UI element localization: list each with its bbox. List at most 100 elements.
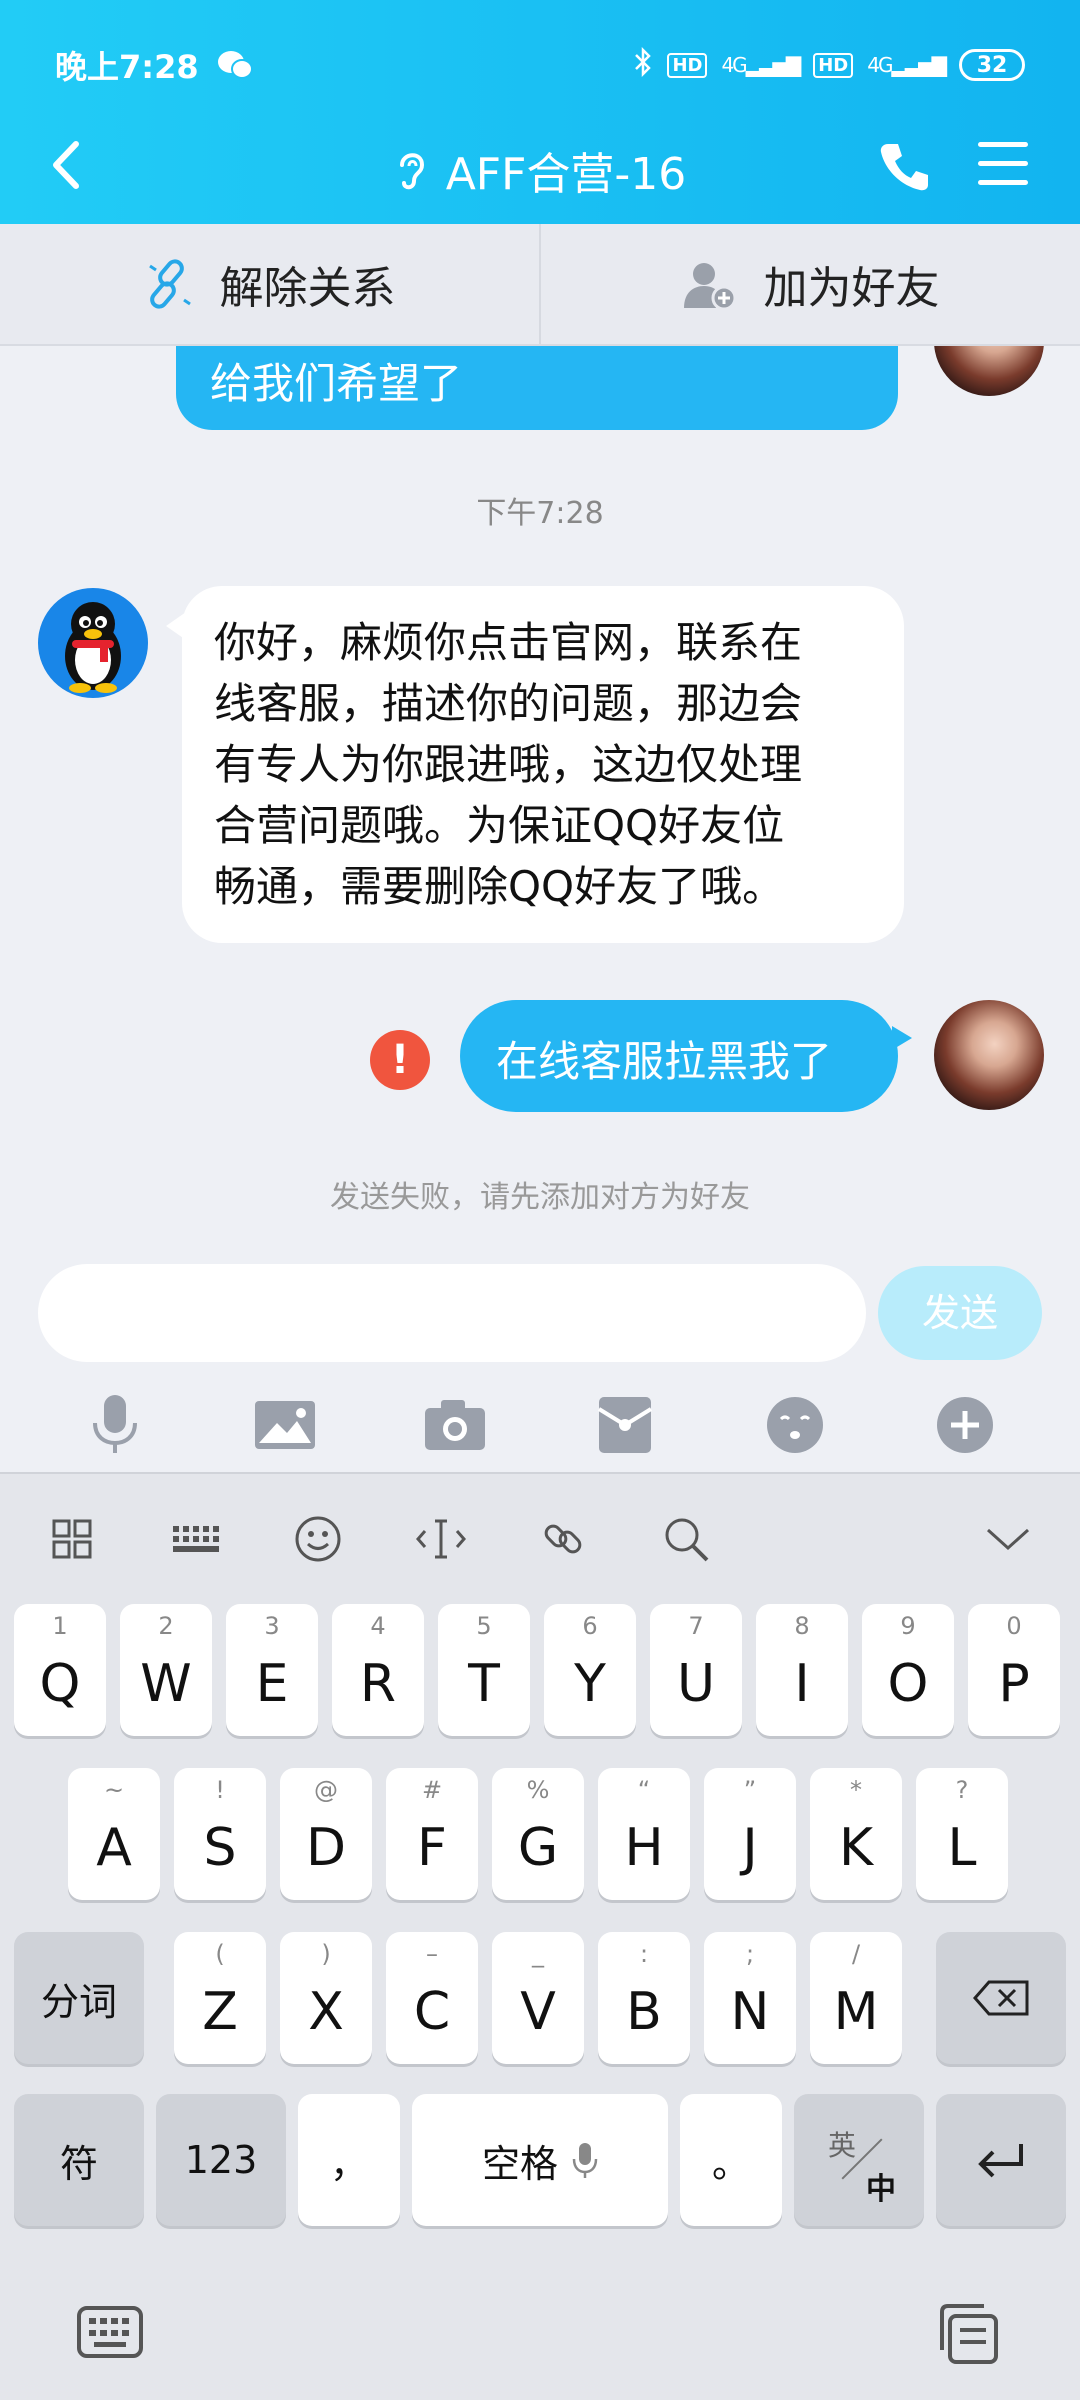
plus-icon[interactable]: [933, 1393, 997, 1457]
key-e[interactable]: 3E: [226, 1604, 318, 1736]
message-line: 合营问题哦。为保证QQ好友位: [214, 801, 785, 850]
symbol-key[interactable]: 符: [14, 2094, 144, 2226]
key-secondary-label: 7: [688, 1612, 704, 1640]
signal-icon: 4G▂▃▅▇: [721, 53, 801, 77]
menu-icon[interactable]: [978, 142, 1028, 188]
image-icon[interactable]: [253, 1393, 317, 1457]
unlink-icon: [148, 259, 191, 309]
key-label: I: [794, 1654, 810, 1714]
camera-icon[interactable]: [423, 1393, 487, 1457]
message-input[interactable]: [38, 1264, 866, 1362]
backspace-key[interactable]: [936, 1932, 1066, 2064]
key-h[interactable]: “H: [598, 1768, 690, 1900]
key-l[interactable]: ? L: [916, 1768, 1008, 1900]
status-time: 晚上7:28: [55, 48, 199, 86]
message-text: 在线客服拉黑我了: [496, 1037, 833, 1086]
space-key[interactable]: 空格: [412, 2094, 668, 2226]
language-switch-key[interactable]: 英 中: [794, 2094, 924, 2226]
network-label: 4G: [721, 53, 747, 77]
chevron-down-icon[interactable]: [976, 1507, 1040, 1571]
message-bubble-received[interactable]: 你好，麻烦你点击官网，联系在 线客服，描述你的问题，那边会 有专人为你跟进哦，这…: [182, 586, 904, 943]
unlink-button[interactable]: 解除关系: [0, 224, 539, 344]
comma-key[interactable]: ，: [298, 2094, 400, 2226]
key-s[interactable]: ! S: [174, 1768, 266, 1900]
key-d[interactable]: @ D: [280, 1768, 372, 1900]
key-v[interactable]: _ V: [492, 1932, 584, 2064]
smiley-icon[interactable]: [286, 1507, 350, 1571]
link-icon[interactable]: [531, 1507, 595, 1571]
key-label: P: [998, 1654, 1030, 1714]
send-button[interactable]: 发送: [878, 1266, 1042, 1360]
key-secondary-label: 6: [582, 1612, 598, 1640]
key-secondary-label: 0: [1006, 1612, 1022, 1640]
avatar[interactable]: [934, 1000, 1044, 1110]
clipboard-icon[interactable]: [934, 2302, 1000, 2370]
keyboard-layout-icon[interactable]: [163, 1507, 227, 1571]
hd-badge: HD: [667, 52, 708, 78]
avatar[interactable]: [38, 588, 148, 698]
grid-icon[interactable]: [40, 1507, 104, 1571]
signal-icon: 4G▂▃▅▇: [867, 53, 947, 77]
comma-key-label: ，: [329, 2141, 368, 2186]
backspace-icon: [973, 1980, 1029, 2016]
chat-area[interactable]: 给我们希望了 下午7:28 你好，麻烦你点击官网，联系在 线客服，描述你的问题，…: [0, 346, 1080, 1246]
period-key[interactable]: 。: [680, 2094, 782, 2226]
key-m[interactable]: / M: [810, 1932, 902, 2064]
key-x[interactable]: ) X: [280, 1932, 372, 2064]
microphone-icon[interactable]: [83, 1393, 147, 1457]
search-icon[interactable]: [654, 1507, 718, 1571]
segment-key[interactable]: 分词: [14, 1932, 144, 2064]
key-q[interactable]: 1Q: [14, 1604, 106, 1736]
keyboard-bottom-bar: [0, 2302, 1080, 2400]
key-label: V: [520, 1982, 556, 2042]
key-label: U: [676, 1654, 716, 1714]
key-y[interactable]: 6Y: [544, 1604, 636, 1736]
add-friend-button[interactable]: 加为好友: [539, 224, 1080, 344]
key-j[interactable]: ” J: [704, 1768, 796, 1900]
key-a[interactable]: ~ A: [68, 1768, 160, 1900]
key-label: E: [255, 1654, 289, 1714]
key-r[interactable]: 4R: [332, 1604, 424, 1736]
red-packet-icon[interactable]: [593, 1393, 657, 1457]
key-n[interactable]: ; N: [704, 1932, 796, 2064]
emoji-icon[interactable]: [763, 1393, 827, 1457]
message-bubble-sent[interactable]: 给我们希望了: [176, 346, 898, 430]
message-bubble-sent[interactable]: 在线客服拉黑我了: [460, 1000, 898, 1112]
bubble-tail: [892, 1026, 912, 1050]
key-f[interactable]: # F: [386, 1768, 478, 1900]
key-label: Y: [574, 1654, 606, 1714]
key-b[interactable]: :B: [598, 1932, 690, 2064]
key-z[interactable]: (Z: [174, 1932, 266, 2064]
key-secondary-label: /: [851, 1940, 861, 1968]
key-k[interactable]: * K: [810, 1768, 902, 1900]
key-secondary-label: _: [532, 1940, 544, 1968]
key-w[interactable]: 2W: [120, 1604, 212, 1736]
keyboard-hide-icon[interactable]: [76, 2302, 144, 2366]
key-label: L: [947, 1818, 977, 1878]
key-label: R: [359, 1654, 397, 1714]
key-secondary-label: 1: [52, 1612, 68, 1640]
number-key[interactable]: 123: [156, 2094, 286, 2226]
key-label: Z: [202, 1982, 238, 2042]
key-o[interactable]: 9O: [862, 1604, 954, 1736]
message-line: 畅通，需要删除QQ好友了哦。: [214, 862, 785, 911]
key-secondary-label: ?: [955, 1776, 969, 1804]
phone-icon[interactable]: [876, 138, 932, 194]
key-u[interactable]: 7U: [650, 1604, 742, 1736]
key-label: J: [742, 1818, 758, 1878]
key-label: Q: [39, 1654, 81, 1714]
key-label: A: [96, 1818, 132, 1878]
send-failed-icon[interactable]: !: [370, 1030, 430, 1090]
key-secondary-label: @: [314, 1776, 338, 1804]
key-t[interactable]: 5T: [438, 1604, 530, 1736]
key-i[interactable]: 8I: [756, 1604, 848, 1736]
enter-key[interactable]: [936, 2094, 1066, 2226]
bubble-tail: [166, 612, 186, 640]
key-c[interactable]: – C: [386, 1932, 478, 2064]
cursor-icon[interactable]: [409, 1507, 473, 1571]
key-g[interactable]: % G: [492, 1768, 584, 1900]
key-p[interactable]: 0P: [968, 1604, 1060, 1736]
key-secondary-label: ): [321, 1940, 331, 1968]
key-label: S: [203, 1818, 237, 1878]
avatar[interactable]: [934, 346, 1044, 396]
